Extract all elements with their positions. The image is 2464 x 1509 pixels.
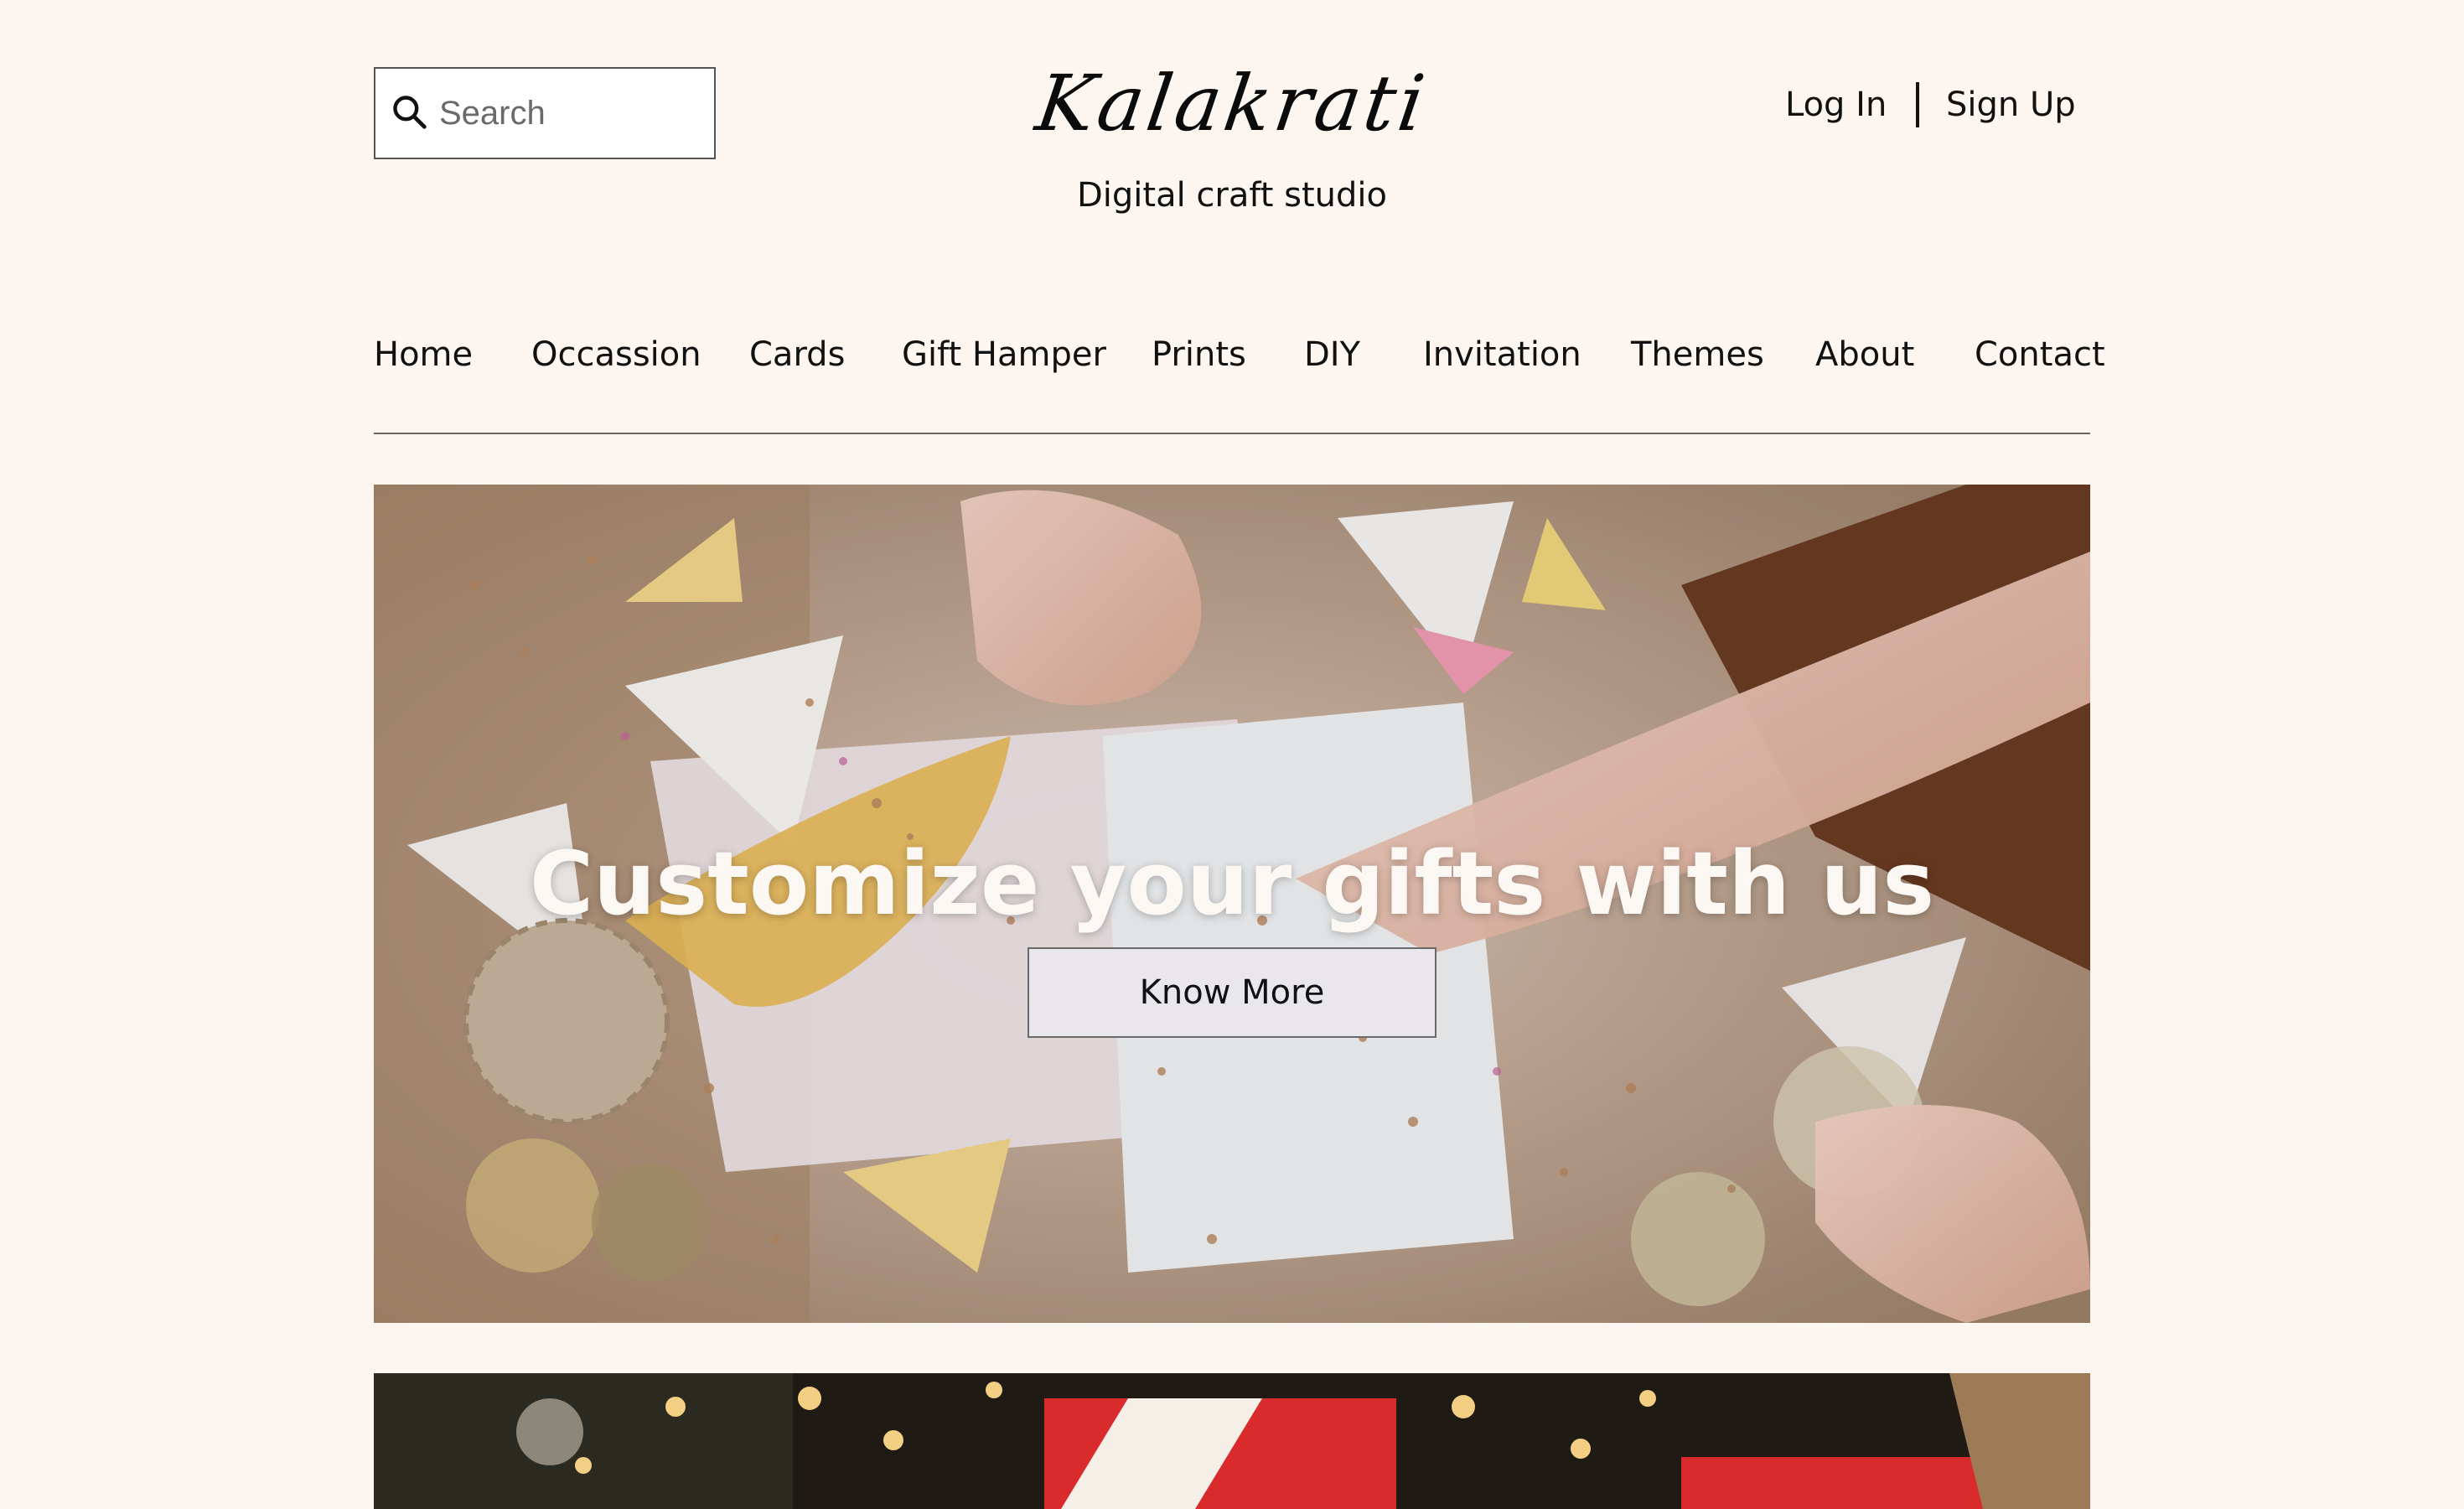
nav-themes[interactable]: Themes [1631,335,1764,374]
site-tagline: Digital craft studio [1076,176,1388,215]
search-box[interactable] [374,67,716,159]
login-link[interactable]: Log In [1785,86,1887,124]
main-nav: Home Occassion Cards Gift Hamper Prints … [374,335,2105,389]
signup-link[interactable]: Sign Up [1946,86,2076,124]
nav-occasion[interactable]: Occassion [531,335,701,374]
nav-home[interactable]: Home [374,335,473,374]
nav-prints[interactable]: Prints [1152,335,1246,374]
nav-invitation[interactable]: Invitation [1423,335,1581,374]
search-input[interactable] [437,93,692,133]
nav-about[interactable]: About [1815,335,1914,374]
nav-cards[interactable]: Cards [749,335,845,374]
site-logo[interactable]: Kalakrati [999,59,1464,148]
nav-contact[interactable]: Contact [1975,335,2105,374]
hero-banner: Customize your gifts with us Know More [374,485,2090,1323]
know-more-button[interactable]: Know More [1028,947,1436,1038]
auth-divider [1916,82,1919,127]
secondary-banner-image [374,1373,2090,1509]
secondary-banner [374,1373,2090,1509]
nav-diy[interactable]: DIY [1304,335,1360,374]
auth-links: Log In Sign Up [1760,82,2112,136]
nav-divider [374,433,2090,434]
search-icon [391,93,427,133]
hero-title: Customize your gifts with us [529,832,1935,935]
nav-gift-hamper[interactable]: Gift Hamper [902,335,1106,374]
